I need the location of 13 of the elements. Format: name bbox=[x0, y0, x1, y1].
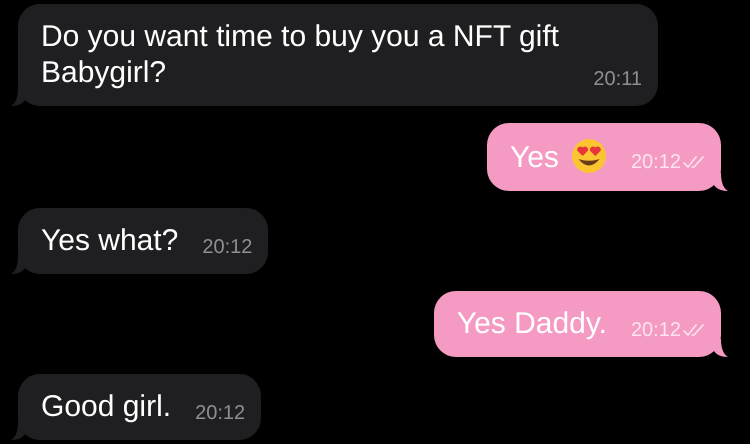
message-time: 20:11 bbox=[593, 67, 642, 91]
message-text: Yes what? bbox=[41, 224, 178, 257]
message-time: 20:12 bbox=[202, 235, 252, 259]
message-text: Good girl. bbox=[41, 390, 172, 423]
heart-eyes-face-icon bbox=[570, 138, 607, 174]
message-text: Yes Daddy. bbox=[456, 307, 607, 340]
message-text: Yes bbox=[510, 141, 559, 174]
message-time: 20:12 bbox=[195, 401, 246, 425]
double-check-icon bbox=[683, 155, 705, 169]
message-time: 20:12 bbox=[630, 150, 681, 174]
message-text: Do you want time to buy you a NFT gift Babygirl? bbox=[41, 20, 560, 89]
message-time: 20:12 bbox=[630, 318, 681, 342]
double-check-icon bbox=[683, 323, 705, 337]
